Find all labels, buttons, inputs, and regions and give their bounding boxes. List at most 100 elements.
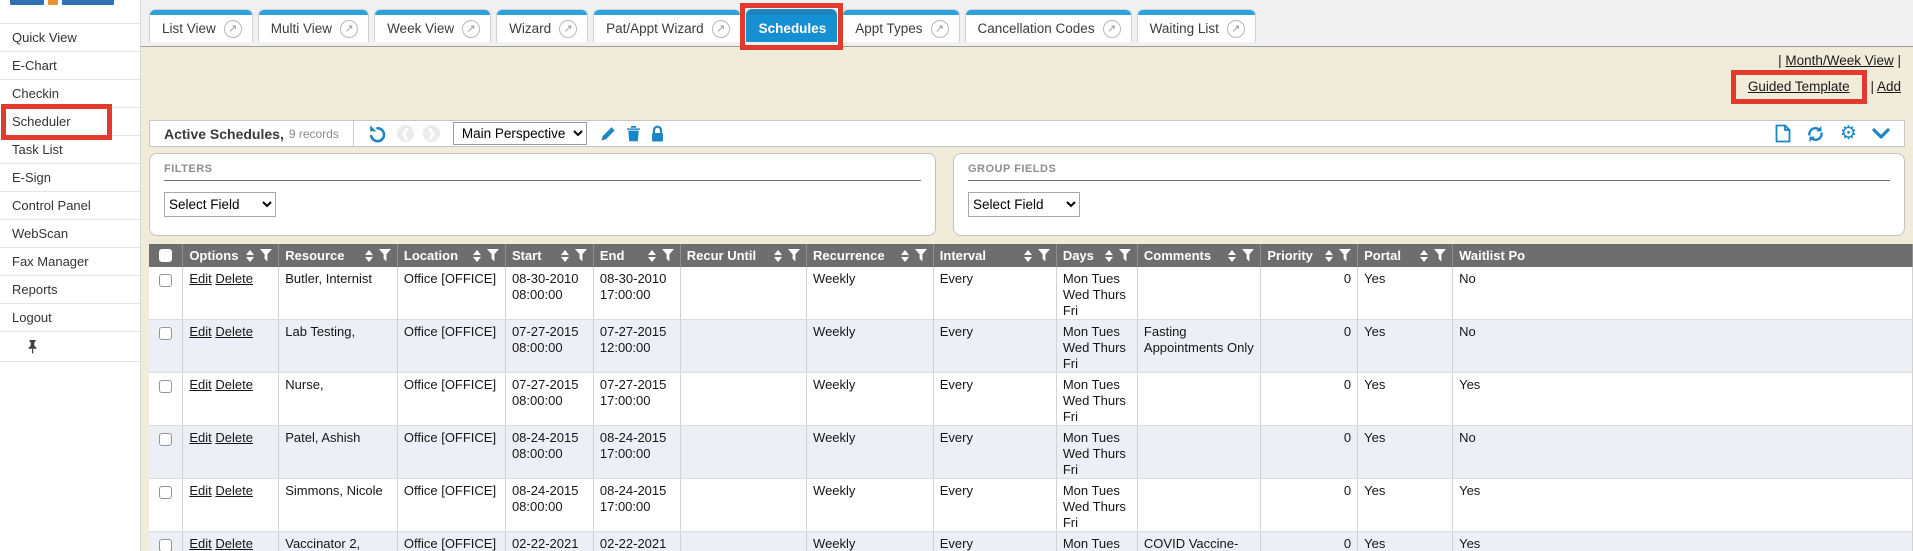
tab-week-view[interactable]: Week View↗ [374, 9, 491, 42]
tab-cancellation-codes[interactable]: Cancellation Codes↗ [965, 9, 1132, 42]
refresh-icon[interactable] [1806, 125, 1825, 143]
delete-link[interactable]: Delete [215, 324, 253, 339]
column-header-priority[interactable]: Priority [1261, 244, 1358, 267]
sort-icon[interactable] [1325, 250, 1333, 262]
tab-multi-view[interactable]: Multi View↗ [258, 9, 369, 42]
sort-icon[interactable] [901, 250, 909, 262]
external-link-icon[interactable]: ↗ [1227, 20, 1245, 38]
sidebar-item-logout[interactable]: Logout [0, 304, 140, 332]
external-link-icon[interactable]: ↗ [1103, 20, 1121, 38]
sort-icon[interactable] [1420, 250, 1428, 262]
external-link-icon[interactable]: ↗ [462, 20, 480, 38]
sidebar-item-control-panel[interactable]: Control Panel [0, 192, 140, 220]
select-all-checkbox[interactable] [159, 249, 172, 262]
external-link-icon[interactable]: ↗ [931, 20, 949, 38]
pencil-icon[interactable] [600, 125, 617, 142]
filter-funnel-icon[interactable] [260, 249, 272, 262]
filter-funnel-icon[interactable] [1339, 249, 1351, 262]
sidebar-item-reports[interactable]: Reports [0, 276, 140, 304]
column-header-resource[interactable]: Resource [279, 244, 398, 267]
tab-wizard[interactable]: Wizard↗ [496, 9, 588, 42]
sidebar-item-scheduler[interactable]: Scheduler [0, 108, 140, 136]
sort-icon[interactable] [648, 250, 656, 262]
column-header-waitlist-po[interactable]: Waitlist Po [1453, 244, 1913, 267]
pushpin-icon[interactable] [26, 339, 39, 354]
edit-link[interactable]: Edit [189, 536, 211, 551]
column-header-options[interactable]: Options [183, 244, 279, 267]
sidebar-item-quick-view[interactable]: Quick View [0, 24, 140, 52]
column-header-start[interactable]: Start [505, 244, 593, 267]
sidebar-item-fax-manager[interactable]: Fax Manager [0, 248, 140, 276]
new-document-icon[interactable] [1775, 124, 1791, 143]
row-checkbox[interactable] [159, 380, 172, 393]
row-checkbox[interactable] [159, 486, 172, 499]
sidebar-item-webscan[interactable]: WebScan [0, 220, 140, 248]
sort-icon[interactable] [365, 250, 373, 262]
sort-icon[interactable] [1024, 250, 1032, 262]
filter-funnel-icon[interactable] [1119, 249, 1131, 262]
add-link[interactable]: Add [1877, 79, 1901, 94]
external-link-icon[interactable]: ↗ [712, 20, 730, 38]
row-checkbox[interactable] [159, 327, 172, 340]
guided-template-link[interactable]: Guided Template [1748, 79, 1850, 94]
sort-icon[interactable] [473, 250, 481, 262]
edit-link[interactable]: Edit [189, 271, 211, 286]
edit-link[interactable]: Edit [189, 377, 211, 392]
filter-funnel-icon[interactable] [1434, 249, 1446, 262]
filter-funnel-icon[interactable] [1038, 249, 1050, 262]
edit-link[interactable]: Edit [189, 324, 211, 339]
edit-link[interactable]: Edit [189, 483, 211, 498]
delete-link[interactable]: Delete [215, 483, 253, 498]
filter-funnel-icon[interactable] [379, 249, 391, 262]
tab-list-view[interactable]: List View↗ [149, 9, 253, 42]
next-icon[interactable]: ❯ [423, 125, 440, 142]
sort-icon[interactable] [1105, 250, 1113, 262]
tab-appt-types[interactable]: Appt Types↗ [842, 9, 959, 42]
delete-link[interactable]: Delete [215, 430, 253, 445]
sidebar-item-e-chart[interactable]: E-Chart [0, 52, 140, 80]
gear-icon[interactable]: ⚙ [1840, 125, 1857, 143]
sidebar-item-e-sign[interactable]: E-Sign [0, 164, 140, 192]
sidebar-item-task-list[interactable]: Task List [0, 136, 140, 164]
column-header-comments[interactable]: Comments [1137, 244, 1260, 267]
external-link-icon[interactable]: ↗ [340, 20, 358, 38]
sort-icon[interactable] [1228, 250, 1236, 262]
filter-funnel-icon[interactable] [915, 249, 927, 262]
column-header-location[interactable]: Location [397, 244, 505, 267]
filter-funnel-icon[interactable] [1242, 249, 1254, 262]
filter-funnel-icon[interactable] [575, 249, 587, 262]
row-checkbox[interactable] [159, 274, 172, 287]
filter-funnel-icon[interactable] [788, 249, 800, 262]
group-fields-select[interactable]: Select Field [968, 192, 1080, 217]
tab-schedules[interactable]: Schedules [746, 9, 838, 42]
delete-link[interactable]: Delete [215, 377, 253, 392]
external-link-icon[interactable]: ↗ [559, 20, 577, 38]
column-header-portal[interactable]: Portal [1358, 244, 1453, 267]
sidebar-item-checkin[interactable]: Checkin [0, 80, 140, 108]
filter-funnel-icon[interactable] [662, 249, 674, 262]
sort-icon[interactable] [561, 250, 569, 262]
filter-funnel-icon[interactable] [487, 249, 499, 262]
row-checkbox[interactable] [159, 433, 172, 446]
delete-link[interactable]: Delete [215, 536, 253, 551]
month-week-view-link[interactable]: Month/Week View [1785, 53, 1893, 68]
external-link-icon[interactable]: ↗ [224, 20, 242, 38]
column-header-end[interactable]: End [593, 244, 680, 267]
sort-icon[interactable] [246, 250, 254, 262]
chevron-down-icon[interactable] [1872, 128, 1890, 140]
perspective-select[interactable]: Main Perspective [453, 122, 587, 145]
column-header-recur-until[interactable]: Recur Until [680, 244, 806, 267]
row-checkbox[interactable] [159, 539, 172, 551]
filters-field-select[interactable]: Select Field [164, 192, 276, 217]
lock-icon[interactable] [650, 125, 665, 143]
tab-waiting-list[interactable]: Waiting List↗ [1137, 9, 1256, 42]
trash-icon[interactable] [626, 125, 641, 142]
edit-link[interactable]: Edit [189, 430, 211, 445]
column-header-recurrence[interactable]: Recurrence [807, 244, 934, 267]
column-header-interval[interactable]: Interval [933, 244, 1056, 267]
undo-icon[interactable] [367, 124, 388, 144]
tab-pat-appt-wizard[interactable]: Pat/Appt Wizard↗ [593, 9, 741, 42]
sort-icon[interactable] [774, 250, 782, 262]
column-header-days[interactable]: Days [1056, 244, 1137, 267]
prev-icon[interactable]: ❮ [397, 125, 414, 142]
